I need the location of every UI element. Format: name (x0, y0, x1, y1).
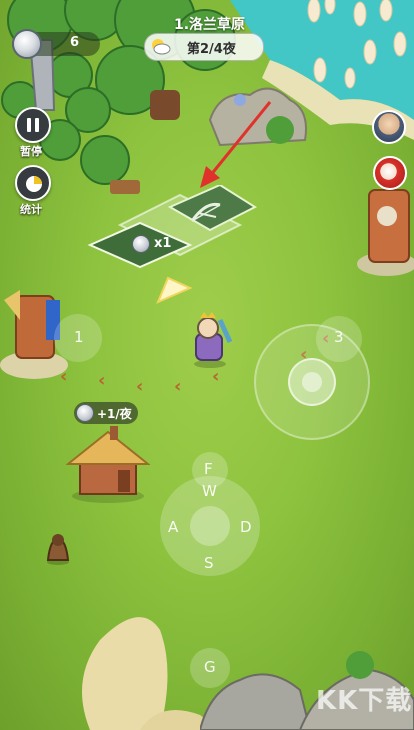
coin-counter: 6 (12, 29, 100, 59)
chevron-left-icon: ‹ (60, 366, 68, 387)
tile-cost-label: x1 (154, 236, 172, 251)
key-g-button[interactable]: G (190, 648, 230, 688)
tutorial-arrow (200, 101, 272, 188)
stats-button[interactable] (15, 165, 51, 201)
pie-chart-icon (26, 176, 42, 192)
chevron-left-icon: ‹ (98, 370, 106, 391)
hero-avatar[interactable] (372, 110, 406, 144)
key-d[interactable]: D (240, 518, 252, 536)
night-progress-label: 第2/4夜 (187, 42, 236, 57)
pause-label: 暂停 (20, 145, 42, 158)
house-income-badge: +1/夜 (74, 402, 138, 424)
enemy-avatar[interactable] (373, 156, 407, 190)
chevron-left-icon: ‹ (174, 376, 182, 397)
key-s[interactable]: S (204, 554, 214, 572)
key-a[interactable]: A (168, 518, 178, 536)
tile-cost[interactable]: x1 (132, 232, 182, 256)
pause-button[interactable] (15, 107, 51, 143)
silver-coin-icon (12, 29, 42, 59)
silver-coin-icon (132, 235, 150, 253)
bow-icon[interactable] (186, 199, 226, 227)
house-income-label: +1/夜 (97, 407, 132, 421)
house (66, 426, 150, 503)
coin-count: 6 (70, 35, 80, 50)
joystick-knob[interactable] (288, 358, 336, 406)
watermark: KK下载 (316, 686, 413, 716)
marker-left-label: 1 (74, 328, 84, 346)
wasd-pad-center (190, 506, 230, 546)
right-tower (357, 189, 414, 276)
hero-king (194, 312, 233, 368)
joystick-knob-center (302, 372, 322, 392)
chevron-left-icon: ‹ (212, 366, 220, 387)
key-f: F (204, 460, 213, 478)
silver-coin-icon (76, 404, 94, 422)
game-screen: x1 ‹ ‹ ‹ ‹ ‹ ‹ ‹ +1/夜 1 3 W A D S F G 6 … (0, 0, 414, 730)
pause-icon (27, 118, 39, 132)
cloudy-sun-icon (152, 39, 171, 55)
night-progress: 第2/4夜 (144, 33, 264, 61)
movement-joystick[interactable] (254, 324, 370, 440)
map-name: 1.洛兰草原 (174, 17, 246, 33)
stats-label: 统计 (20, 203, 42, 216)
pointer-arrow-icon (156, 276, 192, 304)
key-g: G (204, 658, 216, 676)
wasd-pad[interactable]: W A D S (160, 476, 260, 576)
key-f-button[interactable]: F (192, 452, 228, 488)
marker-left[interactable]: 1 (54, 314, 102, 362)
villager (46, 534, 70, 565)
chevron-left-icon: ‹ (136, 376, 144, 397)
